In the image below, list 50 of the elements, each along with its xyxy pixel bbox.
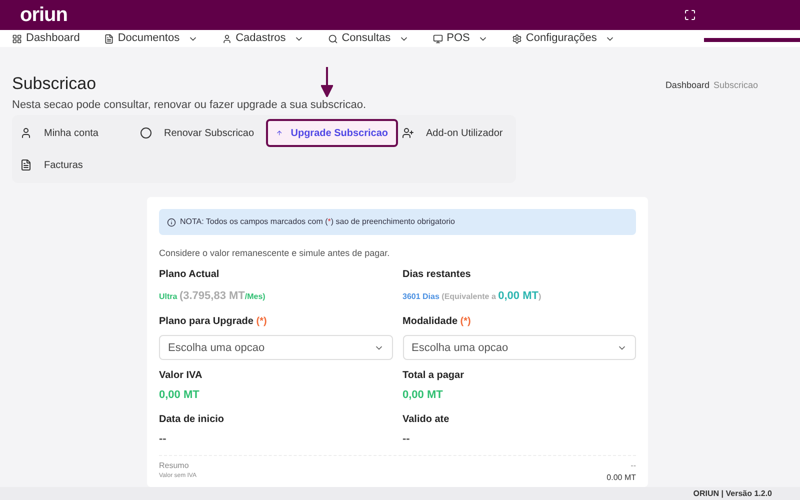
page-subtitle: Nesta secao pode consultar, renovar ou fazer upgrade a sua subscricao. [12,98,366,113]
tab[interactable]: Minha conta [16,119,136,148]
field-value: 0,00 MT [402,388,443,404]
annotation-arrow [321,67,333,98]
page-title: Subscricao [12,73,96,96]
nav-menu-item[interactable]: Cadastros [222,30,304,47]
field-label: Plano para Upgrade (*) [159,315,268,330]
summary-value: -- [630,460,636,472]
alert-text: NOTA: Todos os campos marcados com (*) sao de preenchimento obrigatorio [180,216,455,228]
settings-icon [512,34,522,44]
remaining-days-value: 3601 Dias (Equivalente a 0,00 MT) [402,288,542,304]
summary-title: Resumo [159,460,190,472]
field-label: Data de inicio [159,412,226,427]
document-icon [104,34,114,44]
tab[interactable]: Facturas [16,151,136,180]
field-label: Total a pagar [402,369,465,384]
app-logo: oriun [20,3,68,28]
breadcrumb-link[interactable]: Dashboard [665,79,710,114]
select-field[interactable]: Escolha uma opcao [159,335,392,360]
user-icon [222,34,232,44]
tab[interactable]: Renovar Subscricao [136,119,266,148]
nav-menu-item[interactable]: Documentos [104,30,198,47]
nav-menu-item[interactable]: Configurações [512,30,615,47]
user-icon [20,127,32,140]
field-label: Valor IVA [159,369,204,384]
summary-amount: 0.00 MT [606,472,636,484]
fullscreen-icon[interactable] [684,9,696,21]
field-label: Modalidade (*) [402,315,472,330]
field-value: -- [402,432,410,447]
footer-version: ORIUN | Versão 1.2.0 [693,488,772,500]
circle-icon [140,127,152,140]
field-value: -- [159,432,166,447]
field-label: Plano Actual [159,268,220,282]
document-icon [20,159,32,172]
nav-menu-item[interactable]: Consultas [328,30,409,47]
field-value: 0,00 MT [159,388,200,404]
user-plus-icon [402,127,414,140]
field-label: Dias restantes [402,268,472,282]
monitor-icon [432,34,443,44]
field-label: Valido ate [402,412,450,427]
grid-icon [12,34,22,44]
nav-menu-item[interactable]: POS [432,30,488,47]
info-icon [167,218,176,227]
search-icon [328,34,338,44]
hint-text: Considere o valor remanescente e simule antes de pagar. [159,247,391,260]
current-plan-value: Ultra (3.795,83 MT/Mes) [159,288,266,304]
tab[interactable]: Upgrade Subscricao [266,119,398,148]
nav-menu-item[interactable]: Dashboard [12,30,80,47]
tab[interactable]: Add-on Utilizador [398,119,512,148]
select-field[interactable]: Escolha uma opcao [402,335,636,360]
